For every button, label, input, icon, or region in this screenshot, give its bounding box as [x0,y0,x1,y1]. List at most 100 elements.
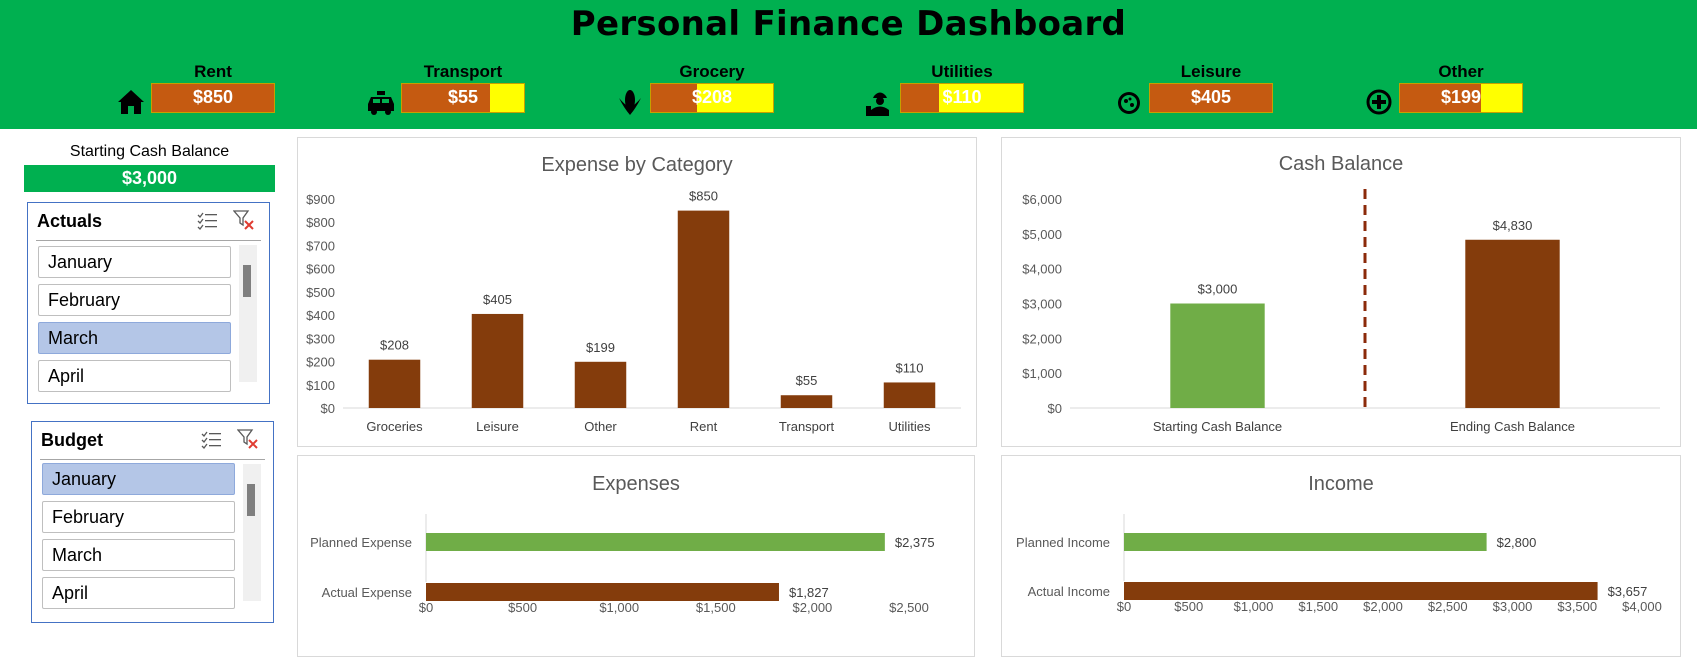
x-tick-label: Groceries [366,419,423,434]
kpi-value: $199 [1440,87,1482,107]
slicer-item-march[interactable]: March [38,322,231,354]
y-tick-label: $6,000 [1022,192,1062,207]
multi-select-icon[interactable] [201,430,223,450]
x-tick-label: Utilities [889,419,931,434]
y-tick-label: $1,000 [1022,366,1062,381]
slicer-item-february[interactable]: February [42,501,235,533]
data-label: $405 [483,292,512,307]
kpi-label: Grocery [679,62,745,81]
y-tick-label: $3,000 [1022,297,1062,312]
kpi-label: Utilities [931,62,993,81]
kpi-label: Transport [423,62,503,81]
plus-circle-icon [1366,89,1392,115]
bar [368,359,421,408]
slicer-item-january[interactable]: January [42,463,235,495]
starting-cash-label: Starting Cash Balance [69,143,230,160]
x-tick-label: $3,500 [1557,599,1597,614]
kpi-bar: $405 [1149,83,1273,113]
bar [1124,533,1487,551]
slicer-item-january[interactable]: January [38,246,231,278]
bar [471,313,524,408]
x-tick-label: $500 [508,600,537,615]
y-tick-label: $100 [306,378,335,393]
scrollbar-thumb[interactable] [247,484,255,516]
y-tick-label: $0 [321,401,335,416]
x-tick-label: $500 [1174,599,1203,614]
income-chart: Income $0 $500 $1,000 $1,500 $2,000 $2,500 $3,… [1001,455,1681,657]
y-tick-label: $0 [1048,401,1062,416]
kpi-bar: $850 [151,83,275,113]
slicer-divider [36,240,261,241]
x-tick-label: Leisure [476,419,519,434]
data-label: $2,800 [1497,535,1537,550]
data-label: $850 [689,189,718,204]
expenses-chart: Expenses $0 $500 $1,000 $1,500 $2,000 $2,500 $… [297,455,975,657]
worker-icon [866,92,889,116]
slicer-item-february[interactable]: February [38,284,231,316]
corn-icon [619,90,641,115]
data-label: $1,827 [789,585,829,600]
y-tick-label: Planned Income [1016,535,1110,550]
multi-select-icon[interactable] [197,211,219,231]
x-tick-label: $1,500 [696,600,736,615]
y-tick-label: $200 [306,355,335,370]
actuals-slicer: Actuals January February March April [27,202,270,404]
starting-cash-value: $3,000 [24,165,275,192]
x-tick-label: $2,500 [889,600,929,615]
data-label: $199 [586,340,615,355]
bar [574,361,627,408]
kpi-label: Other [1438,62,1484,81]
expenses-plot: $0 $500 $1,000 $1,500 $2,000 $2,500 $2,375 Plan… [310,514,935,615]
slicer-title: Budget [41,430,103,450]
slicer-item-april[interactable]: April [42,577,235,609]
budget-slicer: Budget January February March April [31,421,274,623]
x-tick-label: $1,000 [1234,599,1274,614]
y-tick-label: $500 [306,285,335,300]
y-tick-label: $600 [306,262,335,277]
x-tick-label: Ending Cash Balance [1450,419,1575,434]
clear-filter-icon[interactable] [233,209,255,231]
kpi-value: $110 [942,87,982,107]
x-tick-label: $4,000 [1622,599,1662,614]
kpi-bar: $208 [650,83,774,113]
kpi-value: $208 [691,87,733,107]
data-label: $110 [896,360,924,375]
y-tick-label: Planned Expense [310,535,412,550]
kpi-rent: Rent $850 [115,62,315,114]
x-tick-label: $1,500 [1298,599,1338,614]
x-tick-label: $3,000 [1493,599,1533,614]
home-icon [118,90,144,114]
x-tick-label: $0 [419,600,433,615]
slicer-item-march[interactable]: March [42,539,235,571]
page-title: Personal Finance Dashboard [570,4,1127,44]
bar [1124,582,1598,600]
bar [1170,303,1265,408]
bar [426,583,779,601]
expense-by-category-chart: Expense by Category $0 $100 $200 $300 $400 $5… [297,137,977,447]
y-tick-label: $2,000 [1022,331,1062,346]
x-tick-label: Transport [779,419,835,434]
y-tick-label: $300 [306,331,335,346]
data-label: $4,830 [1493,218,1533,233]
slicer-scrollbar[interactable] [243,464,261,601]
income-plot: $0 $500 $1,000 $1,500 $2,000 $2,500 $3,000 $3,5… [1016,514,1662,614]
y-tick-label: $900 [306,192,335,207]
scrollbar-thumb[interactable] [243,265,251,297]
x-tick-label: Other [584,419,617,434]
dashboard-header: Personal Finance Dashboard Rent $850 Tra… [0,0,1697,129]
x-tick-label: $2,500 [1428,599,1468,614]
data-label: $2,375 [895,535,935,550]
y-tick-label: $5,000 [1022,227,1062,242]
expense-by-category-plot: $0 $100 $200 $300 $400 $500 $600 $700 $800 $900 $2… [306,189,961,434]
slicer-scrollbar[interactable] [239,245,257,382]
clear-filter-icon[interactable] [237,428,259,450]
y-tick-label: Actual Expense [322,585,412,600]
x-tick-label: Rent [690,419,718,434]
slicer-item-april[interactable]: April [38,360,231,392]
bar [677,210,730,408]
data-label: $55 [796,373,818,388]
kpi-transport: Transport $55 [365,62,565,115]
y-tick-label: $700 [306,238,335,253]
cash-balance-plot: $0 $1,000 $2,000 $3,000 $4,000 $5,000 $6,000 $3… [1022,189,1660,434]
kpi-other: Other $199 [1363,62,1563,115]
